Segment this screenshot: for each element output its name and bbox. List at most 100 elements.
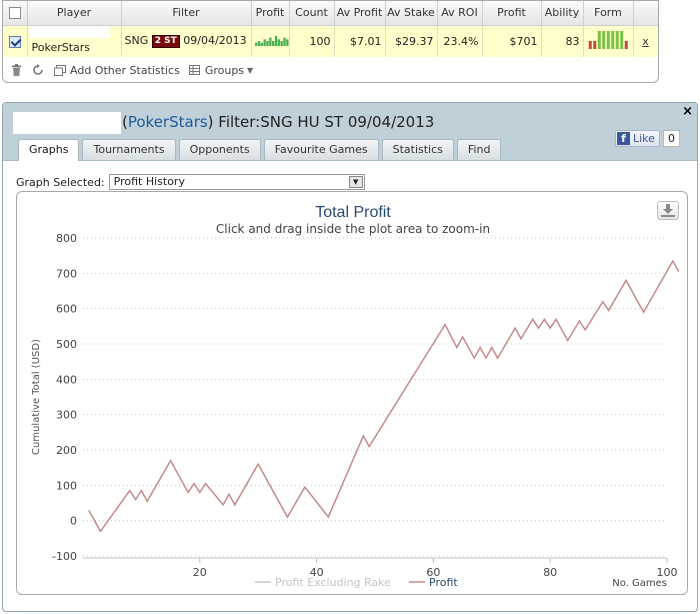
count-cell: 100 (289, 25, 335, 57)
filter-prefix: SNG (124, 34, 149, 48)
filter-badge: 2 ST (151, 35, 180, 49)
form-cell (583, 25, 634, 57)
close-icon[interactable]: × (682, 104, 693, 119)
panel-header: (PokerStars) Filter:SNG HU ST 09/04/2013… (3, 103, 697, 161)
sparkline-bar (257, 41, 260, 47)
sparkline-bar (265, 41, 269, 47)
profit-sparkline (254, 36, 288, 47)
sparkline-bar (285, 39, 288, 47)
y-tick-label: 300 (56, 409, 77, 422)
tab-find[interactable]: Find (456, 139, 502, 160)
ability-cell: 83 (541, 25, 584, 57)
av-roi-cell: 23.4% (437, 25, 483, 57)
row-checkbox[interactable] (8, 35, 21, 48)
tab-opponents[interactable]: Opponents (178, 139, 261, 160)
tab-favourite-games[interactable]: Favourite Games (263, 139, 379, 160)
trash-icon[interactable] (9, 63, 23, 77)
filter-date: 09/04/2013 (183, 34, 247, 48)
col-header-filter[interactable]: Filter (121, 1, 252, 26)
chart-export-button[interactable] (657, 201, 679, 220)
filter-cell: SNG 2 ST 09/04/2013 (121, 25, 252, 57)
y-tick-label: 400 (56, 373, 77, 386)
chart-container[interactable]: Total Profit Click and drag inside the pl… (16, 191, 688, 595)
y-tick-label: 100 (56, 479, 77, 492)
add-other-statistics-label: Add Other Statistics (70, 63, 180, 77)
series-line-profit (88, 259, 680, 533)
tab-graphs[interactable]: Graphs (18, 139, 80, 161)
sparkline-bar (271, 41, 274, 47)
col-header-count[interactable]: Count (289, 1, 335, 26)
facebook-like-button[interactable]: f Like (615, 130, 660, 147)
sparkline-bar (263, 39, 266, 47)
chart-title: Total Profit (315, 204, 391, 221)
stats-table: Player Filter Profit Count Av Profit Av … (3, 1, 658, 57)
groups-table-icon (188, 63, 202, 77)
form-bar (592, 40, 596, 49)
tab-tournaments[interactable]: Tournaments (82, 139, 176, 160)
graph-select[interactable]: Profit History ▼ (108, 174, 365, 190)
panel-title-site[interactable]: PokerStars (128, 113, 208, 131)
col-header-profit[interactable]: Profit (482, 1, 542, 26)
facebook-like-label: Like (633, 132, 655, 145)
col-header-remove (633, 1, 658, 26)
facebook-like-count: 0 (662, 130, 680, 147)
col-header-player[interactable]: Player (27, 1, 122, 26)
y-tick-label: 800 (56, 232, 77, 245)
stats-header-row: Player Filter Profit Count Av Profit Av … (3, 1, 658, 26)
chevron-down-icon[interactable]: ▼ (348, 176, 363, 188)
row-checkbox-cell[interactable] (3, 25, 28, 57)
form-bar (597, 30, 601, 49)
sparkline-bar (254, 42, 257, 47)
col-header-av-roi[interactable]: Av ROI (437, 1, 483, 26)
y-tick-label: 200 (56, 444, 77, 457)
profit-cell: $701 (482, 25, 542, 57)
groups-label: Groups (204, 63, 245, 77)
av-profit-cell: $7.01 (334, 25, 386, 57)
legend-item[interactable]: Profit Excluding Rake (275, 576, 391, 589)
x-tick-label: 80 (543, 566, 557, 579)
redacted-player-name (13, 112, 121, 134)
sparkline-bar (282, 37, 286, 47)
x-tick-label: 20 (193, 566, 207, 579)
y-tick-label: 500 (56, 338, 77, 351)
chevron-down-icon: ▼ (247, 65, 254, 75)
panel-title-filter: Filter:SNG HU ST 09/04/2013 (218, 113, 435, 131)
graph-select-row: Graph Selected: Profit History ▼ (16, 174, 365, 190)
player-cell: PokerStars (27, 25, 122, 57)
tab-statistics[interactable]: Statistics (381, 139, 454, 160)
col-header-av-stake[interactable]: Av Stake (385, 1, 438, 26)
legend-item[interactable]: Profit (429, 576, 458, 589)
redacted-player-name (29, 25, 110, 38)
y-tick-label: -100 (52, 550, 77, 563)
stats-row: PokerStars SNG 2 ST 09/04/2013 100 $7.01… (3, 25, 658, 57)
player-site: PokerStars (31, 41, 91, 54)
form-bar (588, 40, 592, 49)
graph-select-value: Profit History (113, 175, 185, 188)
remove-row-link[interactable]: x (633, 25, 658, 57)
tab-bar: Graphs Tournaments Opponents Favourite G… (18, 139, 502, 161)
form-bar (615, 30, 619, 49)
profit-sparkline-cell (251, 25, 290, 57)
form-bar (601, 30, 605, 49)
col-header-profit-graph[interactable]: Profit (251, 1, 290, 26)
sparkline-bar (274, 36, 277, 47)
profit-chart[interactable]: Total ProfitClick and drag inside the pl… (17, 192, 689, 596)
y-tick-label: 600 (56, 303, 77, 316)
select-all-checkbox-cell[interactable] (3, 1, 28, 26)
refresh-icon[interactable] (31, 63, 45, 77)
av-stake-cell: $29.37 (385, 25, 438, 57)
graph-panel: (PokerStars) Filter:SNG HU ST 09/04/2013… (2, 102, 698, 612)
select-all-checkbox[interactable] (8, 7, 21, 20)
y-axis-label: Cumulative Total (USD) (31, 339, 42, 455)
col-header-av-profit[interactable]: Av Profit (334, 1, 386, 26)
sparkline-bar (280, 41, 283, 47)
col-header-ability[interactable]: Ability (541, 1, 584, 26)
col-header-form[interactable]: Form (583, 1, 634, 26)
groups-dropdown[interactable]: Groups ▼ (188, 63, 253, 77)
form-bars (588, 30, 628, 49)
form-bar (610, 30, 614, 49)
add-other-statistics-button[interactable]: Add Other Statistics (53, 63, 180, 77)
chart-subtitle: Click and drag inside the plot area to z… (216, 222, 490, 236)
panel-title: (PokerStars) Filter:SNG HU ST 09/04/2013 (122, 113, 435, 131)
stats-toolbar: Add Other Statistics Groups ▼ (3, 57, 658, 82)
